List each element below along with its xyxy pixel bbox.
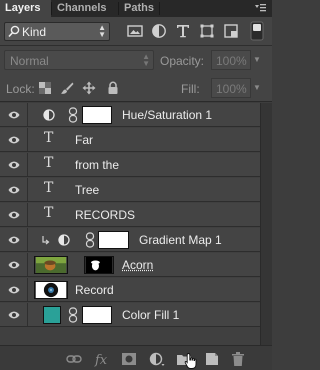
type-layer-icon: T xyxy=(44,180,54,196)
type-layer-icon: T xyxy=(44,155,54,171)
type-filter-icon[interactable] xyxy=(175,23,191,39)
adjustment-filter-icon[interactable] xyxy=(151,23,167,39)
layer-name: Record xyxy=(75,283,114,297)
clipping-mask-arrow-icon xyxy=(42,236,50,245)
layer-row[interactable]: T Far xyxy=(0,128,260,152)
layers-scrollbar[interactable] xyxy=(260,103,272,345)
chain-link-icon[interactable] xyxy=(85,232,95,248)
tab-divider xyxy=(159,2,160,15)
visibility-toggle[interactable] xyxy=(0,103,28,126)
eye-icon xyxy=(8,286,20,294)
select-arrows-icon: ▲ ▼ xyxy=(98,23,106,39)
filter-kind-label: Kind xyxy=(22,25,47,39)
fill-color-swatch[interactable] xyxy=(43,306,61,324)
layer-name: Far xyxy=(75,133,93,147)
layer-row[interactable]: Gradient Map 1 xyxy=(0,228,260,252)
eye-icon xyxy=(8,186,20,194)
layers-list: Hue/Saturation 1 T Far T from the T Tree… xyxy=(0,103,260,345)
fill-dropdown-icon[interactable]: ▼ xyxy=(253,83,261,92)
layer-mask-thumbnail[interactable] xyxy=(84,256,114,274)
chain-link-icon[interactable] xyxy=(68,107,78,123)
layer-row[interactable]: T Tree xyxy=(0,178,260,202)
gradient-map-icon xyxy=(58,234,70,246)
blend-mode-select[interactable]: Normal ▲ ▼ xyxy=(4,50,154,70)
eye-icon xyxy=(8,161,20,169)
adjustment-layer-icon[interactable] xyxy=(149,351,165,367)
visibility-toggle[interactable] xyxy=(0,278,28,301)
layer-row[interactable]: T RECORDS xyxy=(0,203,260,227)
layer-row[interactable]: Hue/Saturation 1 xyxy=(0,103,260,127)
visibility-toggle[interactable] xyxy=(0,253,28,276)
chain-link-icon[interactable] xyxy=(68,307,78,323)
svg-text:fx: fx xyxy=(94,353,108,367)
blend-mode-value: Normal xyxy=(10,54,49,68)
smart-object-filter-icon[interactable] xyxy=(223,23,239,39)
select-arrows-icon: ▲ ▼ xyxy=(142,52,150,68)
filter-kind-select[interactable]: Kind ▲ ▼ xyxy=(4,22,110,41)
image-filter-icon[interactable] xyxy=(127,23,143,39)
new-layer-icon[interactable] xyxy=(204,351,220,367)
eye-icon xyxy=(8,261,20,269)
fill-input[interactable]: 100% xyxy=(211,78,251,98)
layer-row[interactable]: Record xyxy=(0,278,260,302)
tab-channels[interactable]: Channels xyxy=(52,0,112,17)
hue-saturation-icon xyxy=(43,109,55,121)
add-mask-icon[interactable] xyxy=(121,351,137,367)
eye-icon xyxy=(8,211,20,219)
visibility-toggle[interactable] xyxy=(0,128,28,151)
filter-toggle-icon[interactable] xyxy=(250,21,264,41)
opacity-input[interactable]: 100% xyxy=(211,50,251,70)
layer-image-thumbnail[interactable] xyxy=(34,256,68,274)
eye-icon xyxy=(8,311,20,319)
layer-name: RECORDS xyxy=(75,208,136,222)
lock-label: Lock: xyxy=(6,82,35,96)
tab-paths[interactable]: Paths xyxy=(119,0,159,17)
layer-name: Acorn xyxy=(122,258,154,272)
lock-transparent-pixels-icon[interactable] xyxy=(38,81,52,95)
lock-all-icon[interactable] xyxy=(106,81,120,95)
panel-tab-bar: Layers Channels Paths xyxy=(0,0,272,17)
visibility-toggle[interactable] xyxy=(0,228,28,251)
opacity-dropdown-icon[interactable]: ▼ xyxy=(253,55,261,64)
type-layer-icon: T xyxy=(44,130,54,146)
layer-name: Tree xyxy=(75,183,100,197)
fill-label: Fill: xyxy=(181,82,200,96)
visibility-toggle[interactable] xyxy=(0,178,28,201)
lock-position-icon[interactable] xyxy=(82,81,96,95)
shape-filter-icon[interactable] xyxy=(199,23,215,39)
eye-icon xyxy=(8,111,20,119)
fx-icon[interactable]: fx xyxy=(94,351,110,367)
blend-mode-row: Normal ▲ ▼ Opacity: 100% ▼ xyxy=(0,46,272,74)
lock-row: Lock: Fill: 100% ▼ xyxy=(0,74,272,102)
layer-row[interactable]: Color Fill 1 xyxy=(0,303,260,327)
layer-name: from the xyxy=(75,158,120,172)
layer-name: Hue/Saturation 1 xyxy=(122,108,213,122)
panel-menu-icon[interactable] xyxy=(254,2,266,14)
trash-icon[interactable] xyxy=(230,351,246,367)
visibility-toggle[interactable] xyxy=(0,153,28,176)
lock-image-pixels-icon[interactable] xyxy=(60,81,74,95)
link-layers-icon[interactable] xyxy=(66,351,82,367)
tab-layers[interactable]: Layers xyxy=(0,0,51,17)
layers-bottom-toolbar: fx xyxy=(0,345,272,370)
layer-name: Color Fill 1 xyxy=(122,308,180,322)
layer-image-thumbnail[interactable] xyxy=(34,281,68,299)
hand-cursor-icon xyxy=(184,353,197,369)
eye-icon xyxy=(8,136,20,144)
visibility-toggle[interactable] xyxy=(0,303,28,326)
opacity-label: Opacity: xyxy=(160,54,205,68)
layer-row[interactable]: Acorn xyxy=(0,253,260,277)
layer-filter-row: Kind ▲ ▼ xyxy=(0,17,272,46)
layer-mask-thumbnail[interactable] xyxy=(82,306,112,324)
layer-name: Gradient Map 1 xyxy=(139,233,222,247)
layer-row[interactable]: T from the xyxy=(0,153,260,177)
layer-mask-thumbnail[interactable] xyxy=(98,231,129,249)
search-icon xyxy=(8,25,20,38)
visibility-toggle[interactable] xyxy=(0,203,28,226)
layer-mask-thumbnail[interactable] xyxy=(82,106,112,124)
eye-icon xyxy=(8,236,20,244)
type-layer-icon: T xyxy=(44,205,54,221)
